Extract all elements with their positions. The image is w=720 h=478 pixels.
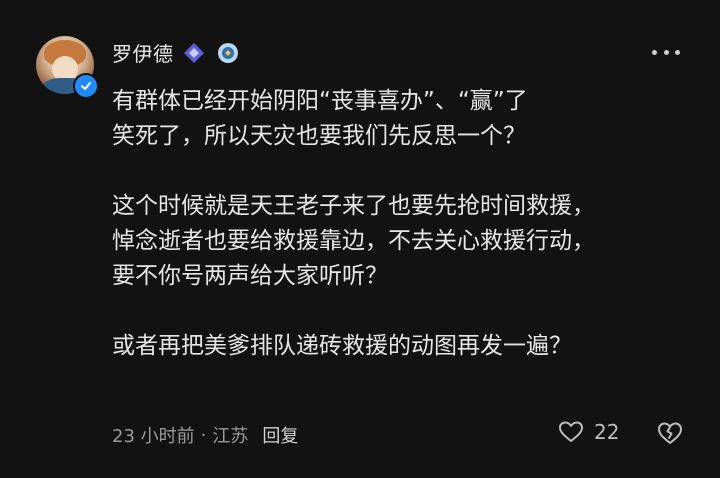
- comment-location: 江苏: [212, 426, 249, 447]
- username[interactable]: 罗伊德: [112, 38, 174, 67]
- broken-heart-icon: [658, 422, 682, 444]
- comment-paragraph: 这个时候就是天王老子来了也要先抢时间救援， 悼念逝者也要给救援靠边，不去关心救援…: [112, 189, 712, 294]
- comment-card: 罗伊德 有群体已经开始阴阳“丧事喜办”、“赢”了 笑死了，所以天灾也要我们先反思…: [0, 0, 720, 478]
- dislike-button[interactable]: [656, 420, 684, 448]
- more-options-button[interactable]: [648, 44, 684, 60]
- more-dots-icon: [652, 49, 657, 55]
- comment-line: 有群体已经开始阴阳“丧事喜办”、“赢”了: [112, 88, 528, 114]
- diamond-badge-icon: [182, 41, 206, 65]
- comment-line: 悼念逝者也要给救援靠边，不去关心救援行动，: [112, 228, 595, 254]
- comment-text: 有群体已经开始阴阳“丧事喜办”、“赢”了 笑死了，所以天灾也要我们先反思一个？ …: [112, 84, 712, 364]
- more-dot: [675, 49, 680, 55]
- heart-icon: [559, 421, 583, 442]
- comment-time: 23 小时前: [112, 426, 195, 447]
- verified-check-icon: [73, 73, 99, 99]
- emblem-badge-icon: [217, 42, 238, 63]
- more-dot: [663, 49, 669, 55]
- comment-line: 或者再把美爹排队递砖救援的动图再发一遍？: [112, 333, 572, 359]
- comment-line: 笑死了，所以天灾也要我们先反思一个？: [112, 123, 526, 149]
- comment-footer: 23 小时前 · 江苏 回复: [112, 422, 298, 448]
- like-count: 22: [594, 420, 620, 444]
- meta-separator: ·: [200, 424, 207, 446]
- comment-paragraph: 有群体已经开始阴阳“丧事喜办”、“赢”了 笑死了，所以天灾也要我们先反思一个？: [112, 84, 712, 154]
- like-button[interactable]: 22: [558, 420, 619, 444]
- comment-paragraph: 或者再把美爹排队递砖救援的动图再发一遍？: [112, 329, 712, 364]
- comment-line: 要不你号两声给大家听听？: [112, 263, 388, 289]
- comment-header: 罗伊德: [112, 38, 238, 67]
- comment-line: 这个时候就是天王老子来了也要先抢时间救援，: [112, 193, 595, 219]
- reply-button[interactable]: 回复: [262, 422, 298, 448]
